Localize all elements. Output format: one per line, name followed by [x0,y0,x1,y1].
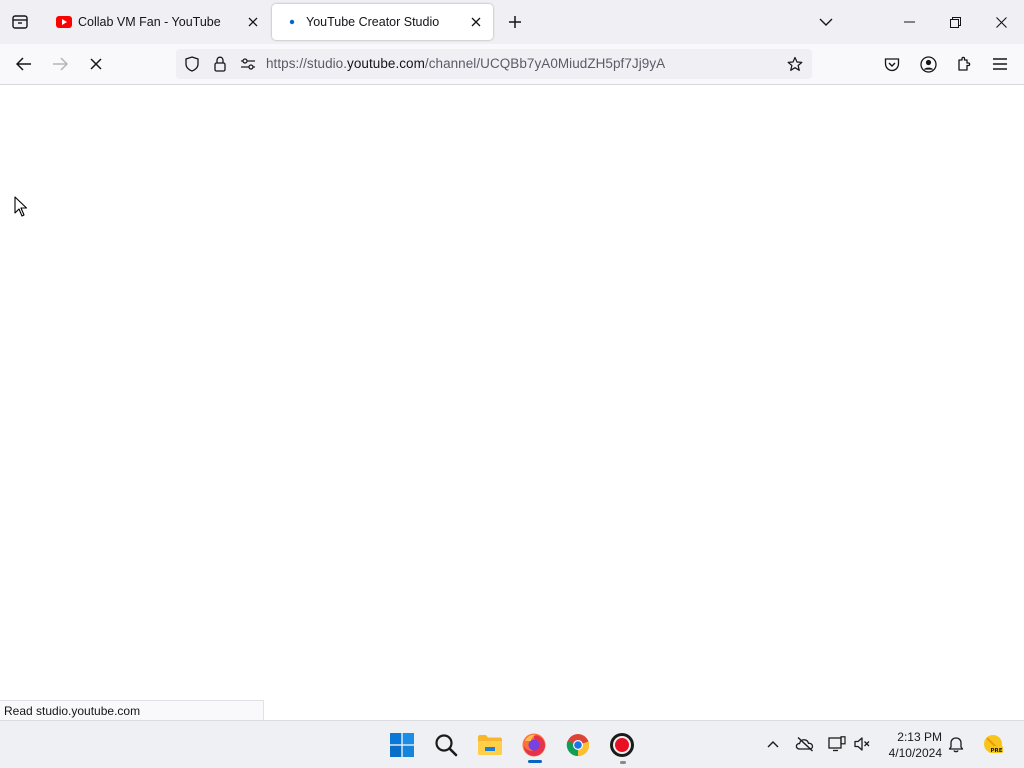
taskbar: 2:13 PM 4/10/2024 PRE [0,720,1024,768]
tab-collab-vm-fan[interactable]: Collab VM Fan - YouTube [44,4,270,40]
account-icon[interactable] [914,50,942,78]
tracking-protection-shield-icon[interactable] [182,54,202,74]
stop-loading-button[interactable] [82,50,110,78]
recorder-icon[interactable] [604,727,640,763]
close-tab-icon[interactable] [465,11,487,33]
tab-strip: Collab VM Fan - YouTube YouTube Creator … [0,0,1024,44]
loading-dot-icon [284,14,300,30]
firefox-view-icon[interactable] [8,10,32,34]
new-tab-button[interactable] [503,10,527,34]
minimize-button[interactable] [886,0,932,44]
mouse-cursor-icon [14,196,28,223]
running-app-indicator [620,761,626,764]
onedrive-offline-icon[interactable] [794,733,816,755]
bookmark-star-icon[interactable] [785,54,805,74]
restore-button[interactable] [932,0,978,44]
forward-button[interactable] [46,50,74,78]
chevron-up-icon[interactable] [762,733,784,755]
back-button[interactable] [10,50,38,78]
search-icon[interactable] [428,727,464,763]
display-icon[interactable] [826,733,848,755]
lock-icon[interactable] [210,54,230,74]
status-bar: Read studio.youtube.com [0,700,264,720]
svg-text:PRE: PRE [991,748,1003,754]
active-app-indicator [528,760,542,763]
page-content [0,85,1024,720]
chrome-icon[interactable] [560,727,596,763]
navigation-toolbar: https://studio.youtube.com/channel/UCQBb… [0,44,1024,85]
menu-hamburger-icon[interactable] [986,50,1014,78]
address-bar[interactable]: https://studio.youtube.com/channel/UCQBb… [176,49,812,79]
tab-youtube-creator-studio[interactable]: YouTube Creator Studio [272,4,493,40]
taskbar-clock[interactable]: 2:13 PM 4/10/2024 [880,729,942,761]
start-icon[interactable] [384,727,420,763]
youtube-icon [56,14,72,30]
url-text[interactable]: https://studio.youtube.com/channel/UCQBb… [266,56,665,71]
extensions-icon[interactable] [950,50,978,78]
file-explorer-icon[interactable] [472,727,508,763]
clock-date: 4/10/2024 [888,746,942,760]
list-all-tabs-icon[interactable] [814,10,838,34]
close-tab-icon[interactable] [242,11,264,33]
permissions-icon[interactable] [238,54,258,74]
volume-muted-icon[interactable] [851,733,873,755]
pocket-icon[interactable] [878,50,906,78]
clock-time: 2:13 PM [897,730,942,744]
firefox-icon[interactable] [516,727,552,763]
close-window-button[interactable] [978,0,1024,44]
tab-title: Collab VM Fan - YouTube [78,15,221,29]
tab-title: YouTube Creator Studio [306,15,440,29]
weather-icon[interactable]: PRE [980,733,1006,755]
bell-icon[interactable] [945,733,967,755]
